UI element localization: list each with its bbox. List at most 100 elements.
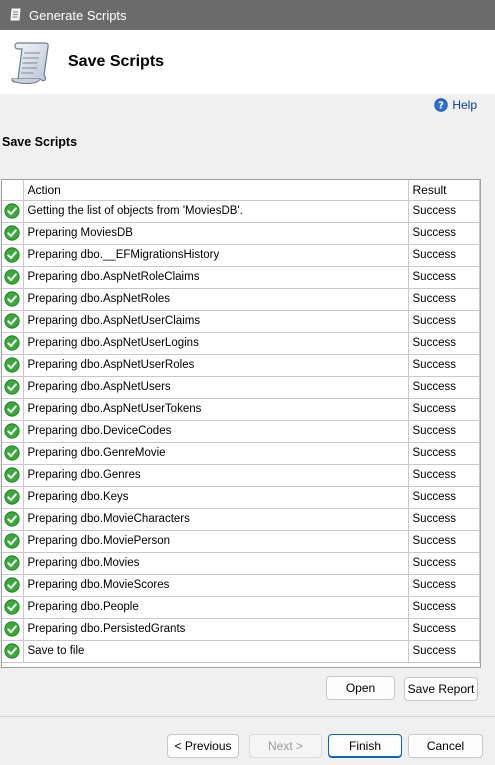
table-row[interactable]: Preparing dbo.AspNetUsers Success (2, 376, 480, 399)
result-cell[interactable]: Success (408, 288, 480, 311)
status-cell (2, 310, 24, 333)
action-cell: Preparing dbo.__EFMigrationsHistory (23, 244, 409, 267)
section-title: Save Scripts (2, 135, 78, 149)
status-cell (2, 618, 24, 641)
result-cell[interactable]: Success (408, 618, 480, 641)
table-row[interactable]: Preparing MoviesDB Success (2, 222, 480, 245)
save-report-button[interactable]: Save Report (404, 677, 478, 701)
table-row[interactable]: Preparing dbo.Genres Success (2, 464, 480, 487)
status-cell (2, 596, 24, 619)
action-cell: Preparing dbo.MovieCharacters (23, 508, 409, 531)
status-cell (2, 222, 24, 245)
table-row[interactable]: Preparing dbo.Movies Success (2, 552, 480, 575)
result-cell[interactable]: Success (408, 376, 480, 399)
success-check-icon (4, 511, 20, 527)
table-row[interactable]: Preparing dbo.MovieScores Success (2, 574, 480, 597)
table-row[interactable]: Preparing dbo.Keys Success (2, 486, 480, 509)
success-check-icon (4, 247, 20, 263)
table-row[interactable]: Getting the list of objects from 'Movies… (2, 200, 480, 223)
result-cell[interactable]: Success (408, 310, 480, 333)
result-cell[interactable]: Success (408, 552, 480, 575)
page-title: Save Scripts (68, 53, 165, 70)
previous-button[interactable]: < Previous (167, 734, 239, 758)
success-check-icon (4, 555, 20, 571)
success-check-icon (4, 401, 20, 417)
result-cell[interactable]: Success (408, 486, 480, 509)
action-cell: Preparing dbo.MoviePerson (23, 530, 409, 553)
table-row[interactable]: Preparing dbo.AspNetUserTokens Success (2, 398, 480, 421)
status-cell (2, 530, 24, 553)
result-cell[interactable]: Success (408, 398, 480, 421)
success-check-icon (4, 643, 20, 659)
result-cell[interactable]: Success (408, 596, 480, 619)
svg-text:?: ? (438, 101, 444, 112)
success-check-icon (4, 467, 20, 483)
action-column-header[interactable]: Action (23, 180, 409, 201)
table-row[interactable]: Preparing dbo.DeviceCodes Success (2, 420, 480, 443)
result-cell[interactable]: Success (408, 574, 480, 597)
next-button[interactable]: Next > (249, 734, 322, 758)
table-row[interactable]: Save to file Success (2, 640, 480, 663)
result-cell[interactable]: Success (408, 508, 480, 531)
result-cell[interactable]: Success (408, 442, 480, 465)
success-check-icon (4, 489, 20, 505)
results-grid: Action Result Getting the list of object… (1, 179, 481, 668)
table-row[interactable]: Preparing dbo.MovieCharacters Success (2, 508, 480, 531)
result-cell[interactable]: Success (408, 464, 480, 487)
success-check-icon (4, 533, 20, 549)
finish-button[interactable]: Finish (328, 734, 402, 758)
table-row[interactable]: Preparing dbo.MoviePerson Success (2, 530, 480, 553)
status-cell (2, 398, 24, 421)
action-cell: Preparing dbo.People (23, 596, 409, 619)
action-cell: Preparing dbo.AspNetRoles (23, 288, 409, 311)
action-cell: Preparing dbo.AspNetUserTokens (23, 398, 409, 421)
table-row[interactable]: Preparing dbo.PersistedGrants Success (2, 618, 480, 641)
success-check-icon (4, 335, 20, 351)
result-cell[interactable]: Success (408, 244, 480, 267)
success-check-icon (4, 313, 20, 329)
help-label: Help (452, 98, 477, 112)
success-check-icon (4, 269, 20, 285)
table-row[interactable]: Preparing dbo.GenreMovie Success (2, 442, 480, 465)
status-cell (2, 640, 24, 663)
action-cell: Preparing dbo.GenreMovie (23, 442, 409, 465)
table-row[interactable]: Preparing dbo.AspNetUserLogins Success (2, 332, 480, 355)
result-cell[interactable]: Success (408, 200, 480, 223)
success-check-icon (4, 445, 20, 461)
success-check-icon (4, 621, 20, 637)
status-cell (2, 552, 24, 575)
status-cell (2, 420, 24, 443)
table-row[interactable]: Preparing dbo.AspNetUserClaims Success (2, 310, 480, 333)
status-cell (2, 200, 24, 223)
success-check-icon (4, 577, 20, 593)
table-row[interactable]: Preparing dbo.__EFMigrationsHistory Succe… (2, 244, 480, 267)
action-cell: Preparing dbo.AspNetUserRoles (23, 354, 409, 377)
open-button[interactable]: Open (326, 676, 395, 700)
table-row[interactable]: Preparing dbo.AspNetUserRoles Success (2, 354, 480, 377)
status-cell (2, 376, 24, 399)
action-cell: Preparing dbo.MovieScores (23, 574, 409, 597)
result-cell[interactable]: Success (408, 266, 480, 289)
results-table: Action Result Getting the list of object… (2, 180, 480, 663)
table-row[interactable]: Preparing dbo.AspNetRoleClaims Success (2, 266, 480, 289)
success-check-icon (4, 423, 20, 439)
table-row[interactable]: Preparing dbo.People Success (2, 596, 480, 619)
action-cell: Preparing dbo.DeviceCodes (23, 420, 409, 443)
success-check-icon (4, 203, 20, 219)
result-cell[interactable]: Success (408, 332, 480, 355)
result-cell[interactable]: Success (408, 640, 480, 663)
table-row[interactable]: Preparing dbo.AspNetRoles Success (2, 288, 480, 311)
window-title: Generate Scripts (29, 7, 127, 23)
action-cell: Preparing dbo.AspNetUsers (23, 376, 409, 399)
result-cell[interactable]: Success (408, 354, 480, 377)
result-cell[interactable]: Success (408, 222, 480, 245)
status-cell (2, 508, 24, 531)
result-column-header[interactable]: Result (408, 180, 480, 201)
result-cell[interactable]: Success (408, 530, 480, 553)
help-link[interactable]: ? Help (434, 98, 477, 112)
help-icon: ? (434, 98, 449, 112)
status-cell (2, 486, 24, 509)
cancel-button[interactable]: Cancel (408, 734, 483, 758)
result-cell[interactable]: Success (408, 420, 480, 443)
status-column-header (2, 180, 24, 201)
